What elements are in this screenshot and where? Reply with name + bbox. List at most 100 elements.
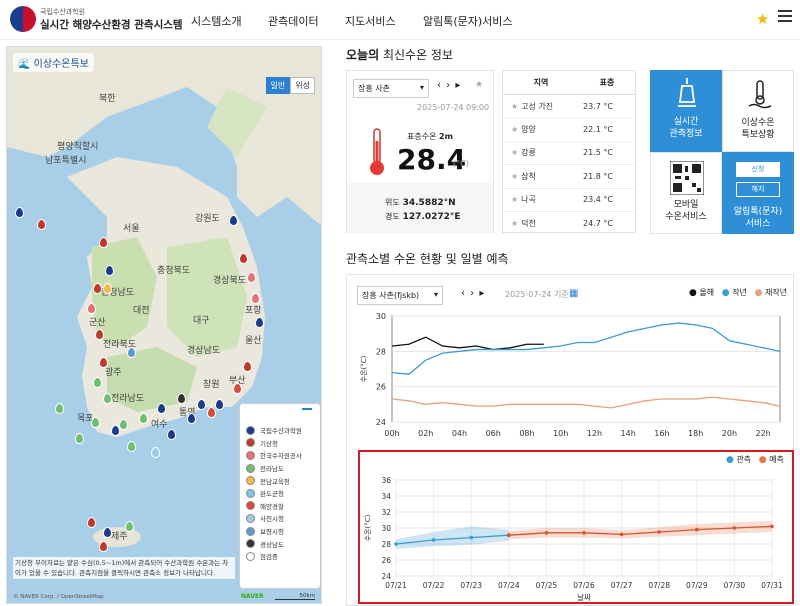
station-marker-icon[interactable] [93,377,102,388]
legend-this-year[interactable]: ● 올해 [689,288,714,298]
legend-item[interactable]: 한국수자원공사 [246,449,314,462]
x-tick-label: 22h [756,429,771,438]
favorite-star-icon[interactable]: ★ [511,172,518,181]
station-marker-icon[interactable] [99,237,108,248]
anomaly-status-tile[interactable]: 이상수온 특보상황 [722,70,794,152]
station-map[interactable]: 🌊 이상수온특보 일반 위성 북한 평양직할시 남포특별시 서울 강원도 충청북… [6,46,322,604]
station-marker-icon[interactable] [243,361,252,372]
station-marker-icon[interactable] [187,413,196,424]
station-marker-icon[interactable] [103,283,112,294]
station-marker-icon[interactable] [247,272,256,283]
nav-observation-data[interactable]: 관측데이터 [268,13,319,29]
station-marker-icon[interactable] [91,417,100,428]
station-marker-icon[interactable] [95,329,104,340]
boryeong-marker-icon [246,526,255,536]
station-marker-icon[interactable] [255,317,264,328]
nav-alert-service[interactable]: 알림톡(문자)서비스 [423,13,513,29]
legend-item[interactable]: 완도군청 [246,487,314,500]
calendar-icon[interactable]: ▦ [569,288,578,299]
legend-item[interactable]: 경상남도 [246,537,314,550]
station-marker-icon[interactable] [99,541,108,552]
station-marker-icon[interactable] [125,521,134,532]
station-marker-icon[interactable] [37,219,46,230]
station-marker-icon[interactable] [139,413,148,424]
forecast-base-date: 2025-07-24 기준 [505,290,569,299]
station-marker-icon[interactable] [215,399,224,410]
favorite-star-icon[interactable]: ★ [511,219,518,228]
legend-two-years-ago[interactable]: ● 재작년 [755,288,788,298]
water-thermometer-icon [748,80,772,109]
favorite-star-icon[interactable]: ★ [511,195,518,204]
station-marker-icon[interactable] [151,447,160,458]
station-marker-icon[interactable] [55,403,64,414]
x-tick-label: 04h [452,429,467,438]
station-marker-icon[interactable] [99,357,108,368]
station-marker-icon[interactable] [229,215,238,226]
x-tick-label: 00h [384,429,399,438]
legend-item[interactable]: 보령시청 [246,525,314,538]
favorite-star-icon[interactable]: ★ [511,125,518,134]
station-marker-icon[interactable] [207,407,216,418]
station-marker-icon[interactable] [87,303,96,314]
legend-item[interactable]: 사천시청 [246,512,314,525]
table-row[interactable]: ★ 양양 22.1 °C [503,118,635,142]
legend-last-year[interactable]: ● 작년 [722,288,747,298]
mobile-service-tile[interactable]: 모바일 수온서비스 [650,152,722,234]
hamburger-menu-icon[interactable] [778,10,792,24]
station-marker-icon[interactable] [75,433,84,444]
map-type-satellite-button[interactable]: 위성 [290,77,315,94]
anomaly-alert-title[interactable]: 🌊 이상수온특보 [13,53,94,72]
station-marker-icon[interactable] [93,283,102,294]
legend-collapse-icon[interactable] [302,408,312,410]
station-marker-icon[interactable] [251,293,260,304]
alert-service-tile[interactable]: 신청 해지 알림톡(문자) 서비스 [722,152,794,234]
site-title[interactable]: 실시간 해양수산환경 관측시스템 [40,17,183,32]
alert-apply-button[interactable]: 신청 [736,162,780,177]
alert-cancel-button[interactable]: 해지 [736,182,780,197]
station-marker-icon[interactable] [111,425,120,436]
station-marker-icon[interactable] [167,429,176,440]
station-marker-icon[interactable] [103,393,112,404]
forecast-station-select[interactable]: 장흥 사촌(fjskb) ▾ [357,286,443,305]
station-marker-icon[interactable] [127,441,136,452]
station-marker-icon[interactable] [197,399,206,410]
qr-code-icon [670,161,704,195]
station-marker-icon[interactable] [119,419,128,430]
favorite-star-icon[interactable]: ★ [756,10,769,28]
legend-item[interactable]: 국립수산과학원 [246,424,314,437]
station-marker-icon[interactable] [105,265,114,276]
government-logo-icon[interactable] [10,6,36,32]
station-marker-icon[interactable] [87,517,96,528]
favorite-star-icon[interactable]: ★ [511,148,518,157]
station-favorite-star-icon[interactable]: ★ [475,80,483,90]
map-label: 충청북도 [157,266,191,276]
nav-system-intro[interactable]: 시스템소개 [191,13,242,29]
table-row[interactable]: ★ 덕천 24.7 °C [503,212,635,232]
forecast-station-nav-arrows[interactable]: ‹ › ▸ [461,288,485,299]
map-note: 기상청 부이자료는 얕은 수심(0.5~1m)에서 관측되어 수산과학원 수온과… [13,557,235,579]
station-marker-icon[interactable] [157,403,166,414]
realtime-observation-tile[interactable]: 실시간 관측정보 [650,70,722,152]
legend-item[interactable]: 점검중 [246,550,314,563]
legend-item[interactable]: 전라남도 [246,462,314,475]
station-marker-icon[interactable] [177,393,186,404]
x-tick-label: 02h [418,429,433,438]
station-marker-icon[interactable] [127,347,136,358]
table-row[interactable]: ★ 고성 가진 23.7 °C [503,95,635,119]
legend-item[interactable]: 해양경찰 [246,500,314,513]
station-marker-icon[interactable] [15,207,24,218]
station-marker-icon[interactable] [103,527,112,538]
map-type-normal-button[interactable]: 일반 [265,77,291,94]
station-marker-icon[interactable] [233,383,242,394]
map-scale: 50km [275,593,315,600]
station-marker-icon[interactable] [239,253,248,264]
nav-map-service[interactable]: 지도서비스 [345,13,396,29]
station-select[interactable]: 장흥 사촌 ▾ [353,79,429,98]
table-row[interactable]: ★ 강릉 21.5 °C [503,142,635,166]
favorite-star-icon[interactable]: ★ [511,102,518,111]
table-row[interactable]: ★ 삼척 21.8 °C [503,165,635,189]
legend-item[interactable]: 전남교육청 [246,474,314,487]
legend-item[interactable]: 기상청 [246,437,314,450]
station-nav-arrows[interactable]: ‹ › ▸ [437,80,461,91]
table-row[interactable]: ★ 나곡 23.4 °C [503,189,635,212]
